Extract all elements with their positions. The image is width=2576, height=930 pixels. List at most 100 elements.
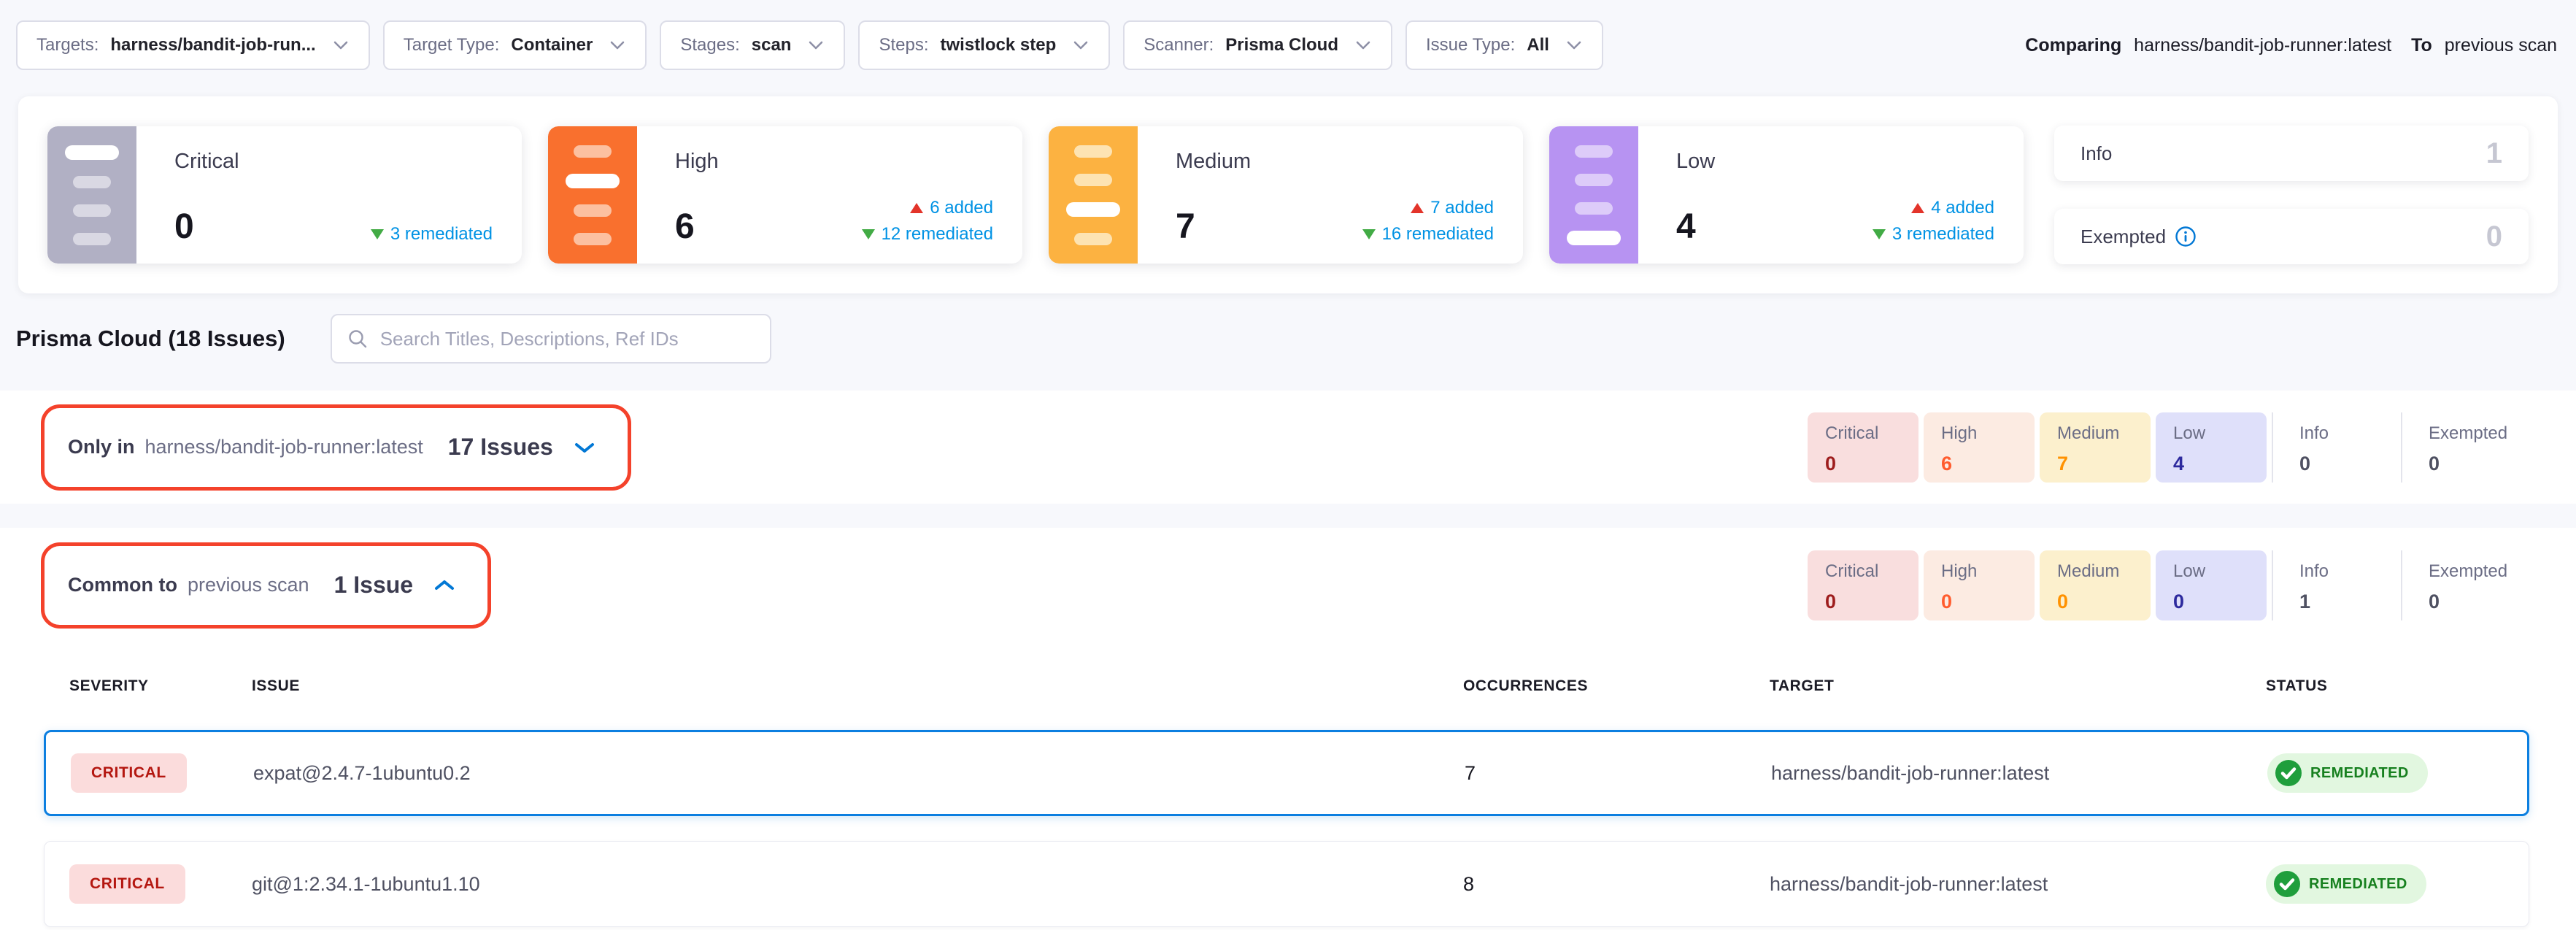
added-label: 7 added xyxy=(1430,198,1494,218)
added-label: 4 added xyxy=(1931,198,1994,218)
section-prefix: Common to xyxy=(68,574,177,596)
filter-steps[interactable]: Steps: twistlock step xyxy=(858,20,1110,70)
filter-label: Steps: xyxy=(879,35,928,55)
severity-summary-panel: Critical 0 3 remediated High 6 xyxy=(18,96,2558,293)
chip-exempted: Exempted 0 xyxy=(2401,412,2525,483)
triangle-down-icon xyxy=(1873,229,1886,239)
triangle-down-icon xyxy=(1362,229,1376,239)
severity-card-count: 7 xyxy=(1176,210,1195,245)
filter-value: All xyxy=(1527,35,1549,55)
issues-table-header: SEVERITYISSUEOCCURRENCESTARGETSTATUS xyxy=(0,642,2576,730)
filter-value: scan xyxy=(752,35,792,55)
remediated-label: 16 remediated xyxy=(1382,224,1494,245)
side-card-label: Exempted xyxy=(2081,226,2166,248)
sto-vulnerabilities-dashboard: Targets: harness/bandit-job-run... Targe… xyxy=(0,0,2576,930)
issue-row[interactable]: CRITICAL git@1:2.34.1-1ubuntu1.10 8 harn… xyxy=(44,841,2529,927)
triangle-down-icon xyxy=(371,229,384,239)
severity-card-label: High xyxy=(675,150,993,174)
section-issue-count: 1 Issue xyxy=(334,572,414,599)
severity-level-icon xyxy=(1549,126,1638,264)
added-delta[interactable]: 4 added xyxy=(1911,198,1994,218)
chip-value: 0 xyxy=(2057,591,2151,613)
chip-high: High 0 xyxy=(1924,550,2035,620)
remediated-delta[interactable]: 3 remediated xyxy=(371,224,493,245)
remediated-delta[interactable]: 16 remediated xyxy=(1362,224,1494,245)
side-card-exempted: Exempted 0 xyxy=(2054,209,2529,264)
severity-card-medium: Medium 7 7 added 16 remediated xyxy=(1049,126,1523,264)
remediated-label: 12 remediated xyxy=(882,224,993,245)
triangle-up-icon xyxy=(910,203,923,213)
side-card-label: Info xyxy=(2081,142,2112,165)
filter-stages[interactable]: Stages: scan xyxy=(660,20,845,70)
occurrences-count: 7 xyxy=(1465,762,1771,785)
severity-level-icon xyxy=(1049,126,1138,264)
status-label: REMEDIATED xyxy=(2309,876,2407,893)
chip-label: Critical xyxy=(1825,423,1918,444)
search-input[interactable] xyxy=(379,327,755,351)
check-circle-icon xyxy=(2272,869,2302,899)
page-title: Prisma Cloud (18 Issues) xyxy=(16,326,285,352)
filter-issue-type[interactable]: Issue Type: All xyxy=(1405,20,1603,70)
chip-value: 0 xyxy=(2429,453,2525,475)
section-prefix: Only in xyxy=(68,436,135,458)
issue-name: expat@2.4.7-1ubuntu0.2 xyxy=(253,762,1465,785)
added-delta[interactable]: 7 added xyxy=(1411,198,1494,218)
chevron-down-icon xyxy=(807,39,825,51)
side-card-count: 1 xyxy=(2486,137,2502,170)
section-common-to: Common to previous scan 1 Issue Critical… xyxy=(0,528,2576,642)
filter-target-type[interactable]: Target Type: Container xyxy=(383,20,647,70)
chip-medium: Medium 0 xyxy=(2040,550,2151,620)
comparing-summary: Comparing harness/bandit-job-runner:late… xyxy=(2025,35,2557,56)
chip-value: 0 xyxy=(1941,591,2035,613)
chevron-down-icon xyxy=(332,39,350,51)
issue-row[interactable]: CRITICAL expat@2.4.7-1ubuntu0.2 7 harnes… xyxy=(44,730,2529,816)
filter-value: Container xyxy=(511,35,593,55)
target-name: harness/bandit-job-runner:latest xyxy=(1770,873,2266,896)
filter-label: Target Type: xyxy=(404,35,500,55)
chevron-down-icon xyxy=(1072,39,1090,51)
severity-card-count: 4 xyxy=(1676,210,1696,245)
filter-targets[interactable]: Targets: harness/bandit-job-run... xyxy=(16,20,370,70)
occurrences-count: 8 xyxy=(1463,873,1770,896)
filter-label: Stages: xyxy=(680,35,739,55)
chip-label: High xyxy=(1941,561,2035,582)
chip-label: Info xyxy=(2299,423,2396,444)
comparing-target: harness/bandit-job-runner:latest xyxy=(2134,35,2391,55)
side-card-info: Info 1 xyxy=(2054,126,2529,181)
added-delta[interactable]: 6 added xyxy=(910,198,993,218)
severity-card-high: High 6 6 added 12 remediated xyxy=(548,126,1022,264)
target-name: harness/bandit-job-runner:latest xyxy=(1771,762,2267,785)
added-label: 6 added xyxy=(930,198,993,218)
filter-label: Issue Type: xyxy=(1426,35,1515,55)
chip-exempted: Exempted 0 xyxy=(2401,550,2525,620)
chip-label: Low xyxy=(2173,561,2267,582)
section-issue-count: 17 Issues xyxy=(448,434,553,461)
remediated-delta[interactable]: 12 remediated xyxy=(862,224,993,245)
status-badge: REMEDIATED xyxy=(2266,864,2426,904)
chip-low: Low 4 xyxy=(2156,412,2267,483)
chip-low: Low 0 xyxy=(2156,550,2267,620)
section-toggle-only-in[interactable]: Only in harness/bandit-job-runner:latest… xyxy=(41,404,631,491)
chip-value: 6 xyxy=(1941,453,2035,475)
info-icon[interactable] xyxy=(2175,226,2197,247)
severity-card-critical: Critical 0 3 remediated xyxy=(47,126,522,264)
search-box xyxy=(331,314,771,364)
chip-label: Medium xyxy=(2057,423,2151,444)
status-label: REMEDIATED xyxy=(2310,765,2409,782)
chip-high: High 6 xyxy=(1924,412,2035,483)
remediated-delta[interactable]: 3 remediated xyxy=(1873,224,1994,245)
filter-scanner[interactable]: Scanner: Prisma Cloud xyxy=(1123,20,1392,70)
chip-medium: Medium 7 xyxy=(2040,412,2151,483)
severity-badge: CRITICAL xyxy=(69,864,185,904)
section-toggle-common-to[interactable]: Common to previous scan 1 Issue xyxy=(41,542,491,629)
severity-card-low: Low 4 4 added 3 remediated xyxy=(1549,126,2024,264)
filter-value: twistlock step xyxy=(941,35,1057,55)
chevron-down-icon xyxy=(609,39,626,51)
filter-bar: Targets: harness/bandit-job-run... Targe… xyxy=(16,20,2557,70)
filter-label: Scanner: xyxy=(1144,35,1214,55)
triangle-down-icon xyxy=(862,229,875,239)
chip-label: Exempted xyxy=(2429,561,2525,582)
section-scope: harness/bandit-job-runner:latest xyxy=(145,436,423,458)
severity-card-label: Low xyxy=(1676,150,1994,174)
issues-header: Prisma Cloud (18 Issues) xyxy=(16,314,771,364)
